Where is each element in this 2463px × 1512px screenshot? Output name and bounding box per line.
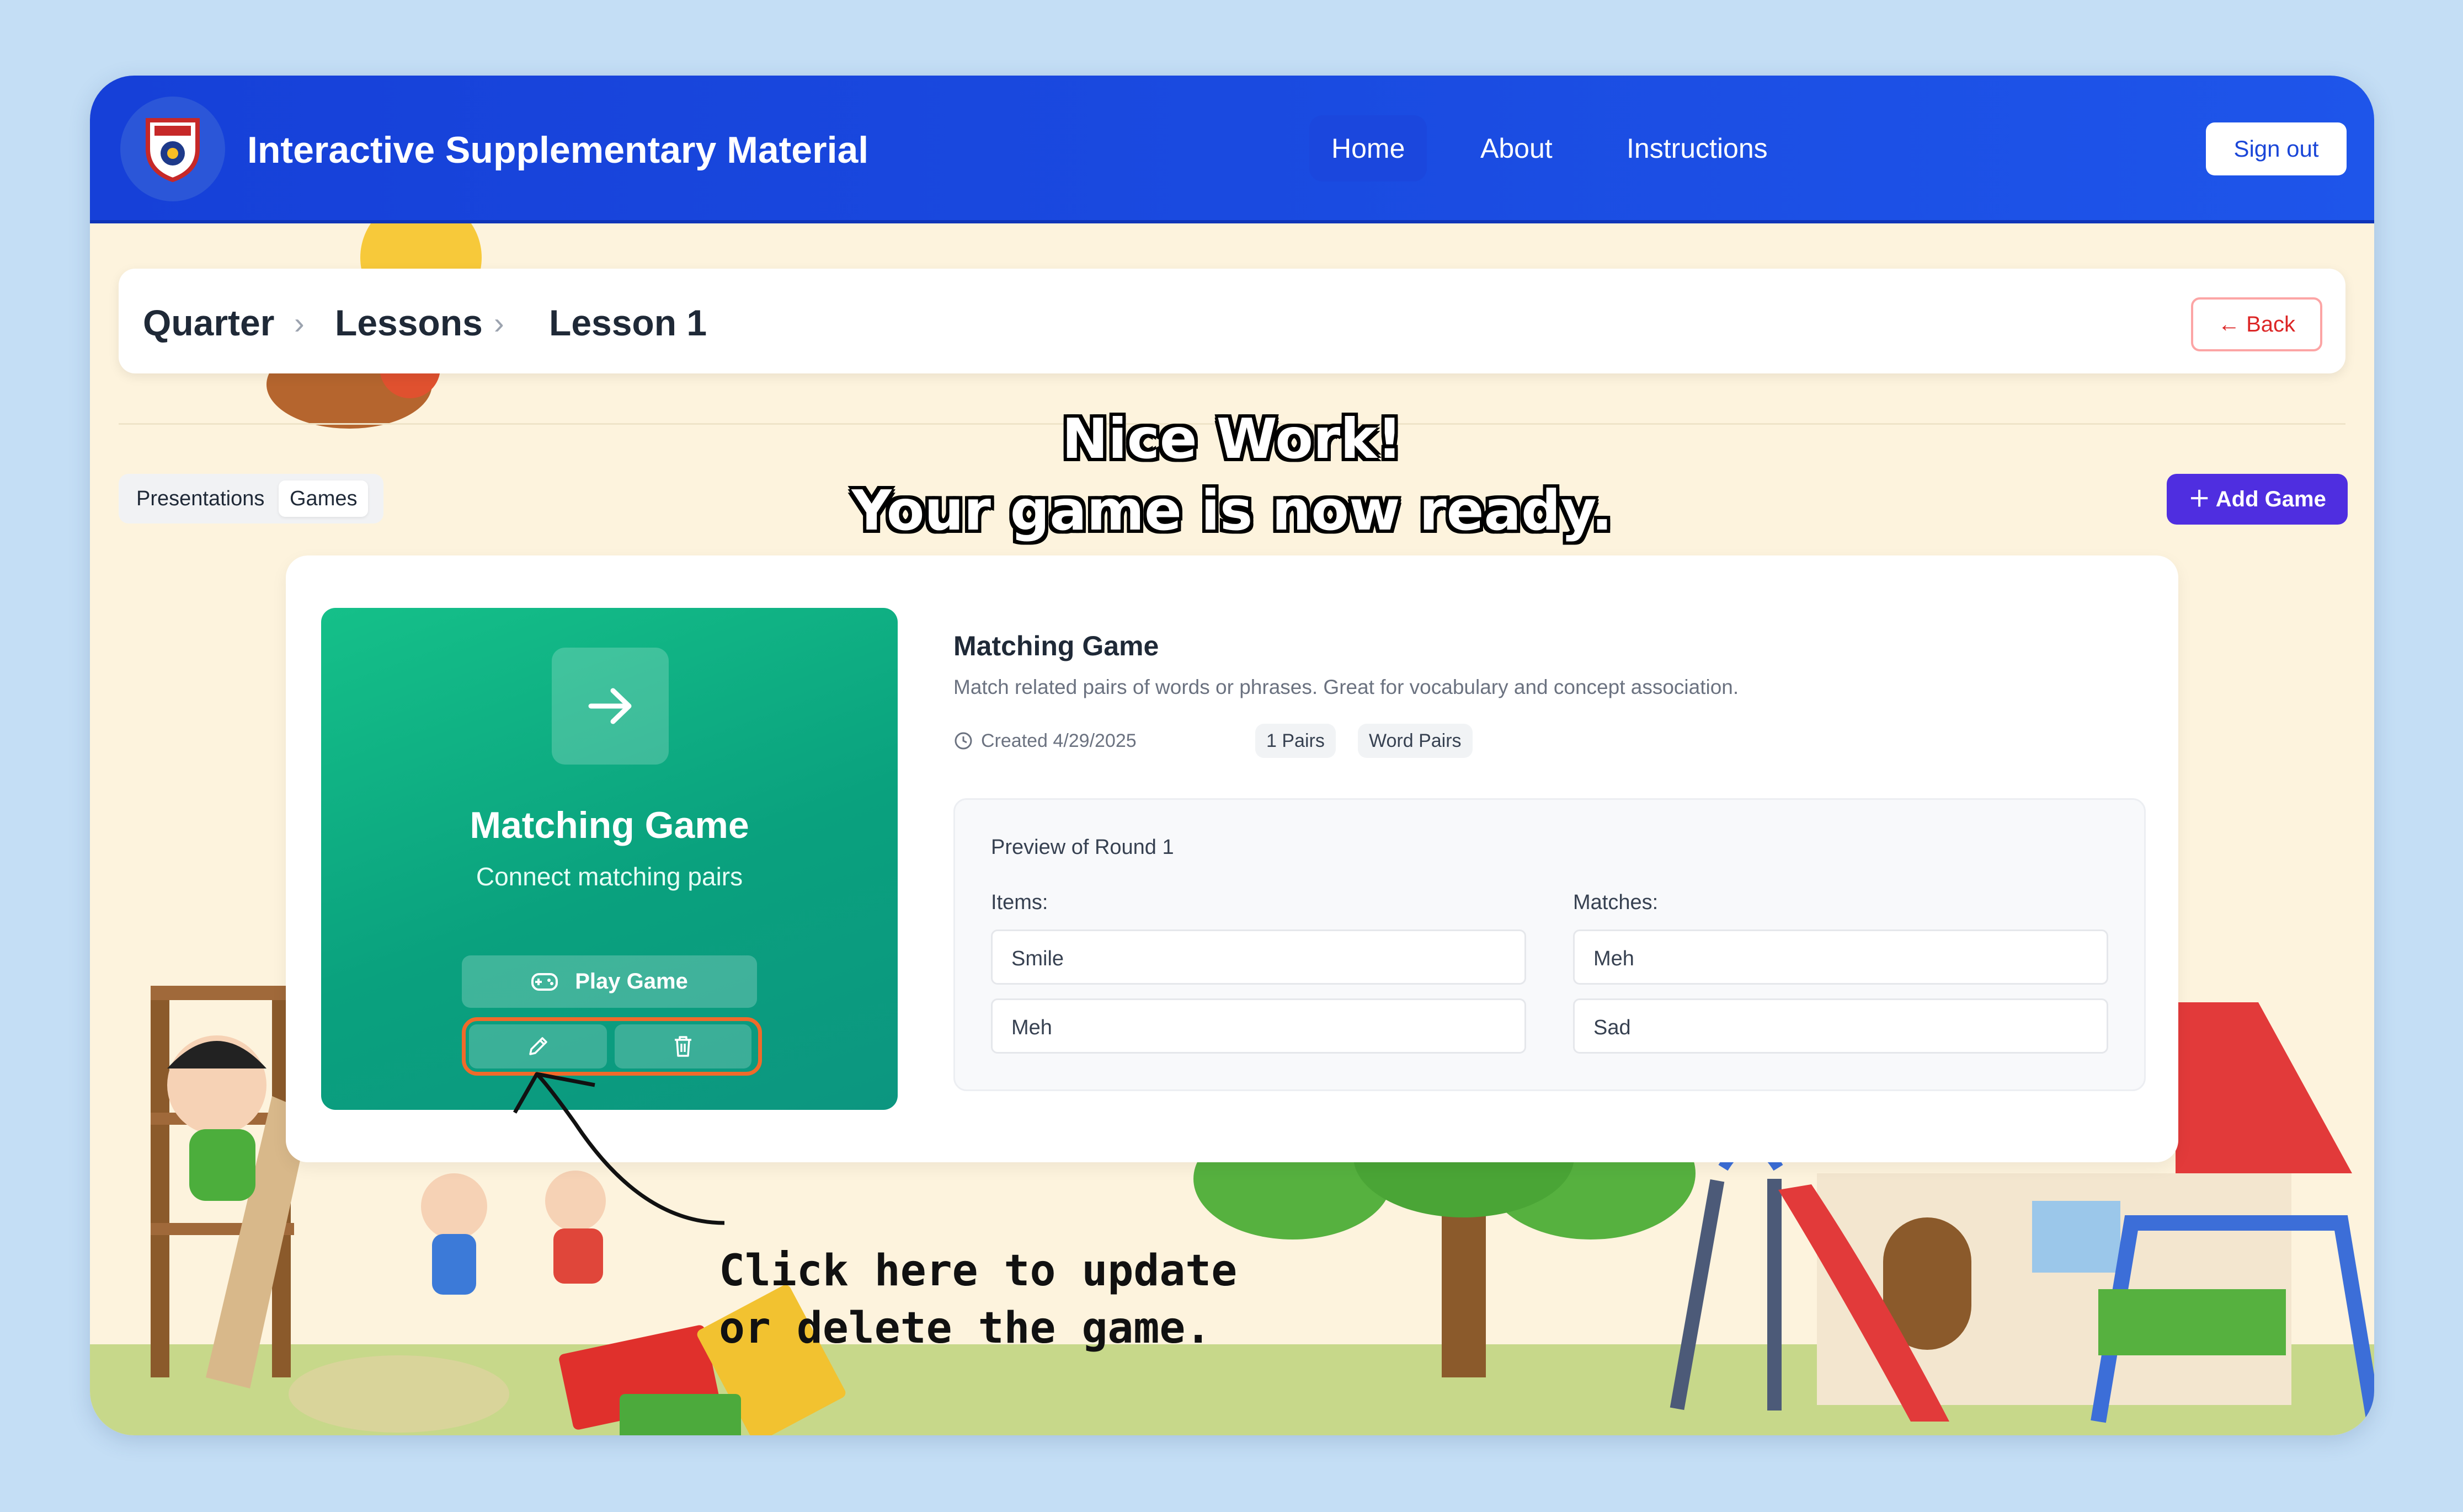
annotation-line-2: or delete the game.	[719, 1303, 1212, 1353]
annotation-arrow	[513, 1072, 725, 1225]
app-window: Interactive Supplementary Material Home …	[90, 76, 2374, 1435]
annotation-text: Click here to update or delete the game.	[719, 1242, 1237, 1357]
annotation-line-1: Click here to update	[719, 1246, 1238, 1296]
